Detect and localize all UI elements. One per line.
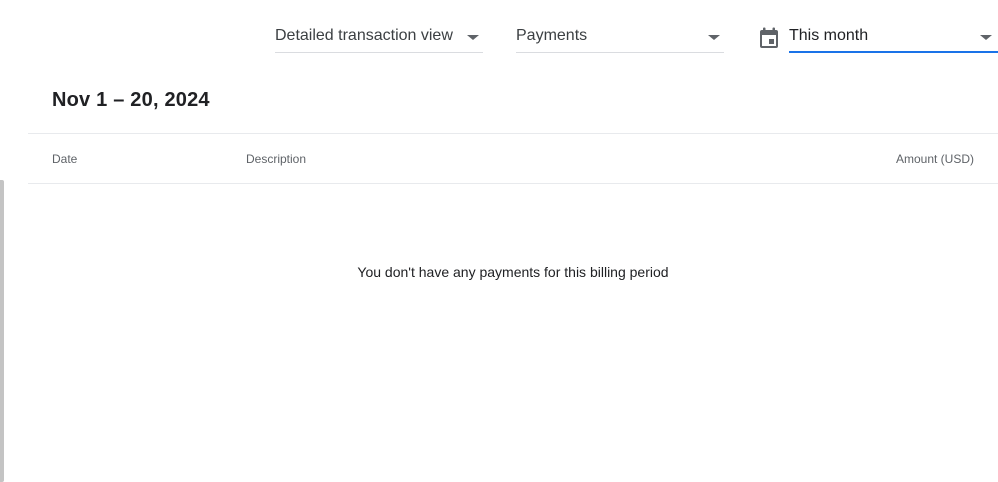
- transaction-type-value: Payments: [516, 27, 588, 44]
- billing-transactions-page: Detailed transaction view Payments This …: [0, 0, 998, 482]
- calendar-icon[interactable]: [759, 27, 779, 49]
- date-range-select[interactable]: This month: [789, 22, 998, 53]
- column-header-date[interactable]: Date: [52, 152, 77, 166]
- filter-bar: Detailed transaction view Payments This …: [0, 22, 998, 54]
- view-select[interactable]: Detailed transaction view: [275, 22, 483, 53]
- view-select-value: Detailed transaction view: [275, 27, 453, 44]
- scrollbar[interactable]: [0, 180, 4, 482]
- transaction-type-select[interactable]: Payments: [516, 22, 724, 53]
- column-header-amount[interactable]: Amount (USD): [896, 152, 974, 166]
- period-title: Nov 1 – 20, 2024: [52, 89, 210, 111]
- date-range-value: This month: [789, 26, 869, 44]
- table-header: Date Description Amount (USD): [28, 133, 998, 184]
- column-header-description[interactable]: Description: [246, 152, 306, 166]
- chevron-down-icon: [980, 35, 992, 40]
- chevron-down-icon: [708, 35, 720, 40]
- empty-state-message: You don't have any payments for this bil…: [357, 264, 669, 280]
- chevron-down-icon: [467, 35, 479, 40]
